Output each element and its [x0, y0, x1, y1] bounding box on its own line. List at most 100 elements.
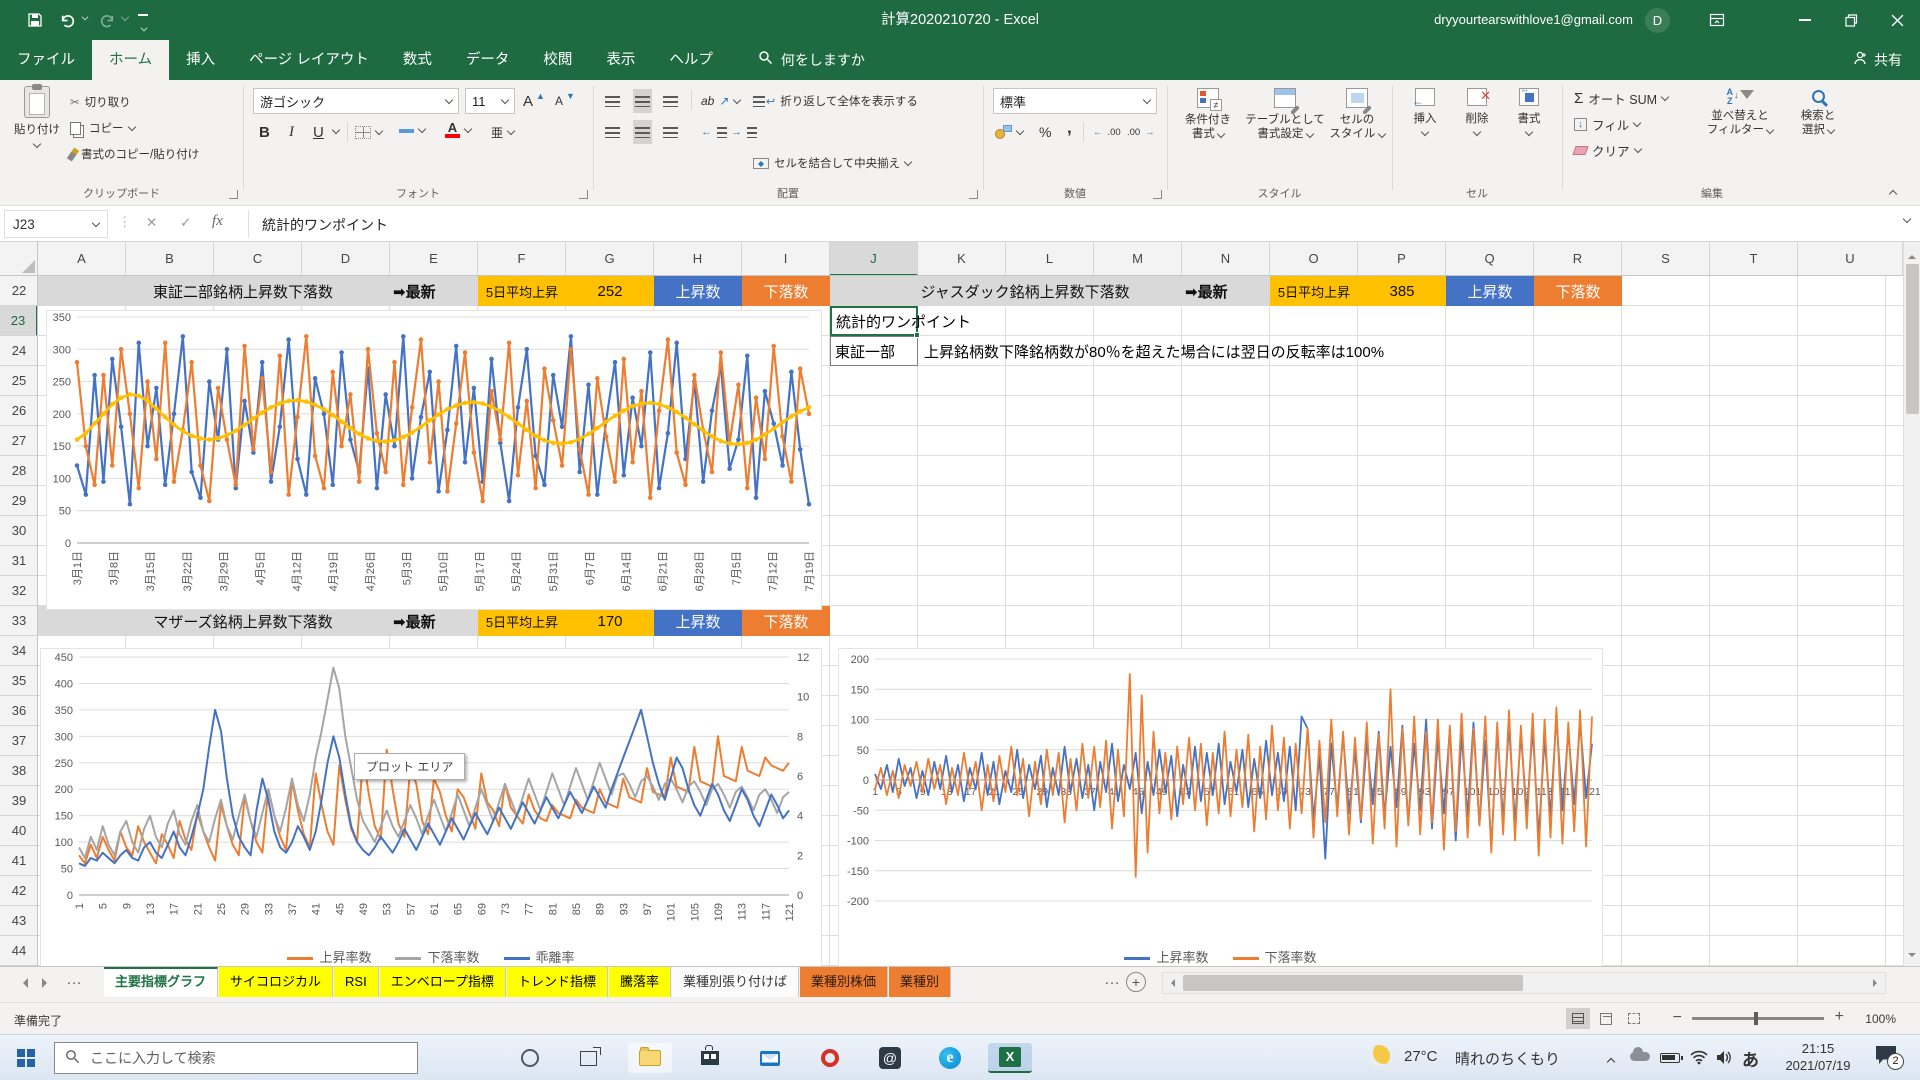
- row-header[interactable]: 37: [0, 726, 38, 756]
- row-header[interactable]: 42: [0, 876, 38, 906]
- cell-styles-button[interactable]: セルの スタイル: [1327, 88, 1387, 141]
- band-tosho2-avg-value[interactable]: 252: [566, 276, 654, 306]
- vertical-scrollbar[interactable]: [1903, 242, 1920, 966]
- column-header[interactable]: C: [214, 242, 302, 276]
- row-header[interactable]: 25: [0, 366, 38, 396]
- zoom-slider[interactable]: [1692, 1017, 1824, 1020]
- align-center-icon[interactable]: [633, 120, 652, 144]
- align-middle-icon[interactable]: [633, 89, 652, 113]
- zoom-out-icon[interactable]: −: [1673, 1009, 1682, 1027]
- ribbon-tab-データ[interactable]: データ: [449, 40, 527, 80]
- ruby-button[interactable]: 亜: [491, 120, 514, 144]
- column-header[interactable]: F: [478, 242, 566, 276]
- paste-button[interactable]: 貼り付け: [10, 86, 64, 147]
- autosum-button[interactable]: Σオート SUM: [1574, 86, 1668, 110]
- tray-overflow-icon[interactable]: [1607, 1058, 1615, 1066]
- row-header[interactable]: 29: [0, 486, 38, 516]
- legend-item[interactable]: 上昇率数: [287, 947, 371, 966]
- band-jasdaq-avg-label[interactable]: 5日平均上昇: [1270, 276, 1358, 306]
- sort-filter-button[interactable]: AZ↓ 並べ替えと フィルター: [1700, 88, 1780, 137]
- close-button[interactable]: [1874, 0, 1920, 40]
- formula-input[interactable]: 統計的ワンポイント: [262, 215, 388, 235]
- taskbar-search[interactable]: ここに入力して検索: [54, 1042, 418, 1074]
- legend-item[interactable]: 乖離率: [504, 947, 575, 966]
- quick-access-customize-icon[interactable]: [138, 14, 150, 36]
- band-mothers-avg-label[interactable]: 5日平均上昇: [478, 606, 566, 636]
- hscroll-left-icon[interactable]: [1167, 979, 1175, 987]
- horizontal-scroll-thumb[interactable]: [1183, 975, 1523, 991]
- sheet-tab[interactable]: 騰落率: [609, 967, 671, 997]
- formula-bar-grip[interactable]: ⋮: [118, 214, 133, 230]
- new-sheet-button[interactable]: +: [1126, 972, 1146, 992]
- redo-dropdown-icon[interactable]: [121, 13, 129, 21]
- orientation-button[interactable]: ab↗: [701, 89, 740, 113]
- account-avatar[interactable]: D: [1645, 8, 1670, 33]
- borders-button[interactable]: [355, 120, 382, 144]
- row-header[interactable]: 40: [0, 816, 38, 846]
- normal-view-icon[interactable]: [1566, 1008, 1590, 1029]
- page-layout-view-icon[interactable]: [1594, 1008, 1618, 1029]
- sheet-tab[interactable]: 業種別株価: [800, 967, 888, 997]
- sheet-tab[interactable]: トレンド指標: [507, 967, 608, 997]
- edge-icon[interactable]: e: [928, 1043, 972, 1073]
- ribbon-display-options-icon[interactable]: [1706, 9, 1728, 31]
- scroll-down-icon[interactable]: [1908, 944, 1916, 962]
- fill-handle[interactable]: [914, 332, 920, 338]
- vertical-scroll-thumb[interactable]: [1906, 264, 1919, 414]
- row-header[interactable]: 44: [0, 936, 38, 966]
- font-family-select[interactable]: 游ゴシック: [253, 88, 459, 114]
- cell-k24[interactable]: 上昇銘柄数下降銘柄数が80％を超えた場合には翌日の反転率は100%: [924, 336, 1384, 366]
- increase-decimal-button[interactable]: ←.00: [1093, 120, 1121, 144]
- page-break-view-icon[interactable]: [1622, 1008, 1646, 1029]
- column-header[interactable]: Q: [1446, 242, 1534, 276]
- column-header[interactable]: L: [1006, 242, 1094, 276]
- merge-center-button[interactable]: セルを結合して中央揃え: [753, 151, 911, 175]
- chart-mothers[interactable]: プロット エリア 4504003503002502001501005001210…: [40, 648, 822, 966]
- column-header[interactable]: U: [1798, 242, 1903, 276]
- clear-button[interactable]: クリア: [1574, 138, 1641, 162]
- excel-taskbar-icon[interactable]: X: [988, 1043, 1032, 1073]
- band-jasdaq-up[interactable]: 上昇数: [1446, 276, 1534, 306]
- column-header[interactable]: E: [390, 242, 478, 276]
- share-button[interactable]: 共有: [1853, 40, 1902, 80]
- ribbon-tab-挿入[interactable]: 挿入: [169, 40, 232, 80]
- ribbon-tab-数式[interactable]: 数式: [386, 40, 449, 80]
- row-header[interactable]: 34: [0, 636, 38, 666]
- redo-icon[interactable]: [96, 9, 118, 31]
- store-icon[interactable]: [688, 1043, 732, 1073]
- row-header[interactable]: 33: [0, 606, 38, 636]
- collapse-ribbon-icon[interactable]: [1889, 190, 1897, 198]
- row-header[interactable]: 28: [0, 456, 38, 486]
- accounting-format-button[interactable]: [995, 120, 1023, 144]
- column-header[interactable]: N: [1182, 242, 1270, 276]
- align-left-icon[interactable]: [605, 120, 620, 144]
- restore-button[interactable]: [1828, 0, 1874, 40]
- undo-dropdown-icon[interactable]: [82, 14, 89, 21]
- sheet-nav-left-icon[interactable]: [18, 978, 28, 988]
- ribbon-tab-ホーム[interactable]: ホーム: [92, 40, 169, 80]
- sheet-nav-right-icon[interactable]: [42, 978, 52, 988]
- account-email[interactable]: dryyourtearswithlove1@gmail.com: [1434, 0, 1633, 40]
- percent-style-button[interactable]: %: [1039, 120, 1051, 144]
- band-mothers-avg-value[interactable]: 170: [566, 606, 654, 636]
- band-mothers[interactable]: マザーズ銘柄上昇数下落数 ➡最新: [38, 606, 478, 636]
- row-header[interactable]: 26: [0, 396, 38, 426]
- column-header[interactable]: H: [654, 242, 742, 276]
- cortana-icon[interactable]: [508, 1043, 552, 1073]
- name-box[interactable]: J23: [4, 210, 108, 238]
- column-header[interactable]: S: [1622, 242, 1710, 276]
- alignment-dialog-launcher-icon[interactable]: [969, 190, 978, 199]
- sheet-tab[interactable]: エンベロープ指標: [380, 967, 506, 997]
- ribbon-tab-校閲[interactable]: 校閲: [526, 40, 589, 80]
- decrease-indent-icon[interactable]: ←: [701, 120, 727, 144]
- weather-temp[interactable]: 27°C: [1404, 1048, 1438, 1065]
- mail-icon[interactable]: [748, 1043, 792, 1073]
- ribbon-tab-ページ レイアウト[interactable]: ページ レイアウト: [232, 40, 386, 80]
- number-dialog-launcher-icon[interactable]: [1153, 190, 1162, 199]
- selected-cell-j23[interactable]: 統計的ワンポイント: [830, 306, 918, 336]
- battery-icon[interactable]: [1660, 1053, 1680, 1063]
- italic-button[interactable]: I: [289, 120, 294, 144]
- align-top-icon[interactable]: [605, 89, 620, 113]
- copy-button[interactable]: コピー: [70, 116, 135, 140]
- band-jasdaq[interactable]: ジャスダック銘柄上昇数下落数 ➡最新: [830, 276, 1270, 306]
